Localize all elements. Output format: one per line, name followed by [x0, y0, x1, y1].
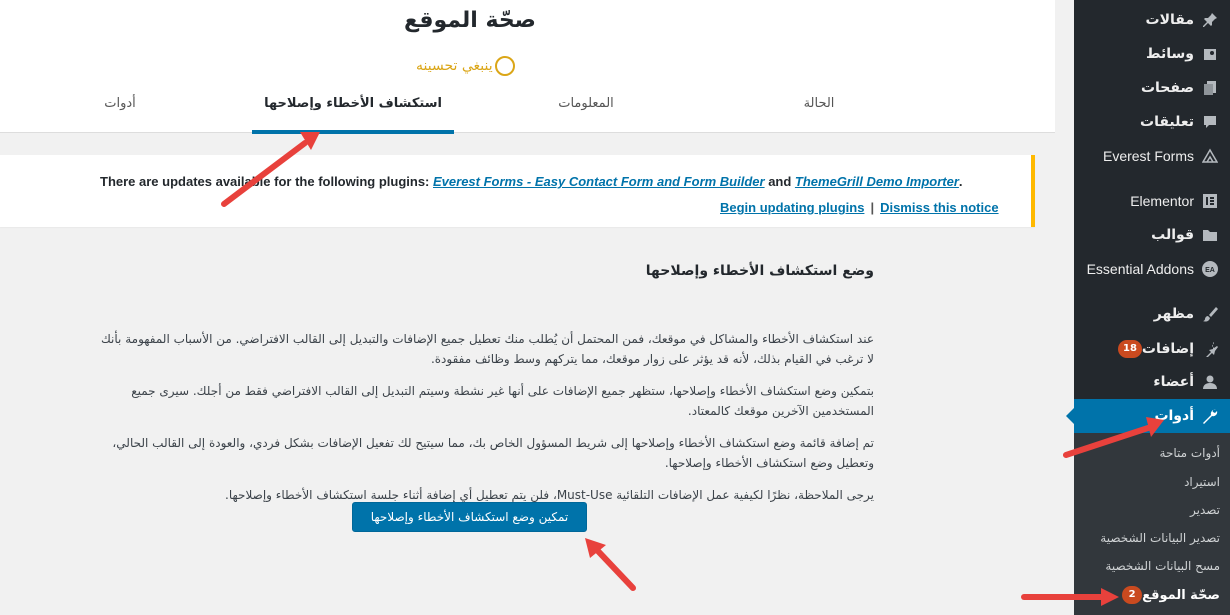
dismiss-notice-link[interactable]: Dismiss this notice: [880, 200, 998, 215]
page-title: صحّة الموقع: [404, 8, 536, 33]
tools-submenu: أدوات متاحة استيراد تصدير تصدير البيانات…: [1074, 433, 1230, 615]
health-status-text: ينبغي تحسينه: [416, 58, 493, 74]
section-title: وضع استكشاف الأخطاء وإصلاحها: [645, 263, 874, 279]
site-health-header: صحّة الموقع ينبغي تحسينه الحالة المعلوما…: [0, 0, 1055, 134]
arrow-to-button-shaft: [594, 547, 636, 591]
troubleshooting-content: وضع استكشاف الأخطاء وإصلاحها عند استكشاف…: [98, 255, 874, 505]
menu-essential-addons[interactable]: EA Essential Addons: [1074, 252, 1230, 286]
begin-updating-link[interactable]: Begin updating plugins: [720, 200, 864, 215]
menu-media[interactable]: وسائط: [1074, 37, 1230, 71]
menu-comments[interactable]: تعليقات: [1074, 105, 1230, 139]
tab-info[interactable]: المعلومات: [520, 96, 652, 134]
paragraph-2: بتمكين وضع استكشاف الأخطاء وإصلاحها، ستظ…: [131, 384, 874, 418]
ea-icon: EA: [1200, 259, 1220, 279]
menu-plugins[interactable]: إضافات 18: [1074, 332, 1230, 366]
plugins-update-badge: 18: [1118, 340, 1142, 358]
everest-icon: [1200, 146, 1220, 166]
pin-icon: [1200, 10, 1220, 30]
menu-templates[interactable]: قوالب: [1074, 218, 1230, 252]
everest-forms-link[interactable]: Everest Forms - Easy Contact Form and Fo…: [433, 174, 765, 189]
submenu-import[interactable]: استيراد: [1184, 475, 1220, 489]
arrow-to-button-head: [585, 538, 606, 558]
plugin-icon: [1200, 339, 1220, 359]
site-health-badge: 2: [1122, 586, 1143, 604]
menu-everest-forms[interactable]: Everest Forms: [1074, 139, 1230, 173]
submenu-available-tools[interactable]: أدوات متاحة: [1160, 446, 1220, 460]
menu-appearance[interactable]: مظهر: [1074, 297, 1230, 331]
tab-tools[interactable]: أدوات: [80, 96, 160, 134]
themegrill-importer-link[interactable]: ThemeGrill Demo Importer: [795, 174, 959, 189]
pages-icon: [1200, 78, 1220, 98]
notice-actions: Begin updating plugins | Dismiss this noti…: [720, 200, 999, 215]
submenu-site-health[interactable]: صحّة الموقع 2: [1116, 586, 1220, 604]
wrench-icon: [1200, 406, 1220, 426]
menu-tools[interactable]: أدوات: [1066, 399, 1230, 433]
user-icon: [1200, 372, 1220, 392]
tab-status[interactable]: الحالة: [760, 96, 878, 134]
menu-posts[interactable]: مقالات: [1074, 3, 1230, 37]
tab-troubleshooting[interactable]: استكشاف الأخطاء وإصلاحها: [252, 96, 454, 134]
brush-icon: [1200, 304, 1220, 324]
arrow-to-tab-head: [300, 132, 320, 150]
menu-users[interactable]: أعضاء: [1074, 365, 1230, 399]
comments-icon: [1200, 112, 1220, 132]
plugin-update-notice: There are updates available for the foll…: [0, 155, 1035, 227]
paragraph-1: عند استكشاف الأخطاء والمشاكل في موقعك، ف…: [100, 332, 874, 366]
menu-pages[interactable]: صفحات: [1074, 71, 1230, 105]
svg-text:EA: EA: [1205, 267, 1215, 274]
folder-icon: [1200, 225, 1220, 245]
elementor-icon: [1200, 191, 1220, 211]
health-status: ينبغي تحسينه: [416, 56, 515, 76]
menu-elementor[interactable]: Elementor: [1074, 184, 1230, 218]
notice-message: There are updates available for the foll…: [100, 174, 963, 189]
submenu-erase-personal-data[interactable]: مسح البيانات الشخصية: [1105, 559, 1220, 573]
paragraph-3: تم إضافة قائمة وضع استكشاف الأخطاء وإصلا…: [112, 436, 874, 470]
admin-sidebar: مقالات وسائط صفحات تعليقات Everest Forms…: [1066, 0, 1230, 615]
submenu-export-personal-data[interactable]: تصدير البيانات الشخصية: [1100, 531, 1220, 545]
health-progress-circle-icon: [494, 56, 515, 76]
enable-troubleshooting-button[interactable]: تمكين وضع استكشاف الأخطاء وإصلاحها: [352, 502, 587, 532]
submenu-export[interactable]: تصدير: [1190, 503, 1220, 517]
media-icon: [1200, 44, 1220, 64]
